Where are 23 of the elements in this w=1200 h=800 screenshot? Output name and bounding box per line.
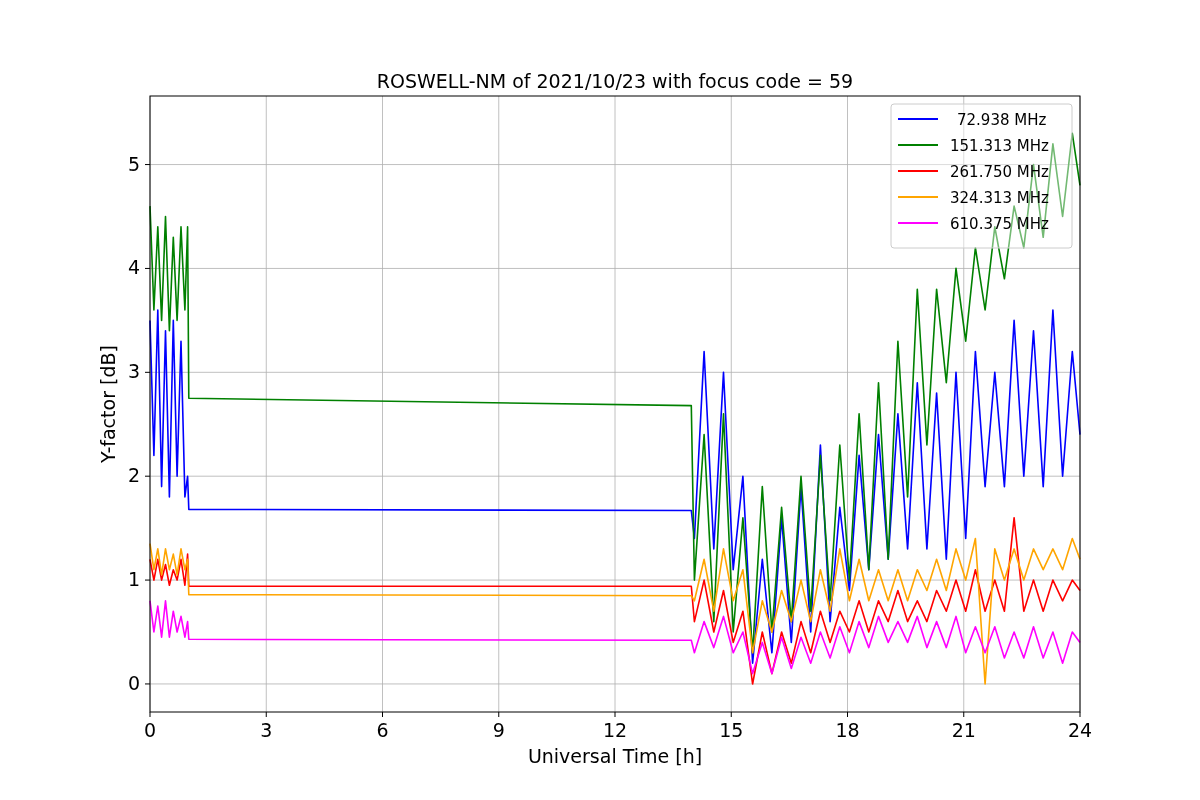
tick-label: 15: [719, 719, 744, 741]
legend-label: 72.938 MHz: [957, 111, 1047, 129]
tick-label: 3: [127, 360, 140, 383]
tick-label: 1: [127, 568, 140, 591]
tick-label: 21: [951, 719, 976, 741]
tick-label: 18: [835, 719, 860, 741]
legend-label: 324.313 MHz: [950, 189, 1049, 207]
tick-label: 5: [127, 152, 140, 175]
tick-label: 24: [1067, 719, 1093, 741]
chart-title: ROSWELL-NM of 2021/10/23 with focus code = 59: [376, 70, 854, 92]
tick-label: 0: [127, 671, 140, 694]
tick-label: 12: [602, 719, 628, 741]
legend-label: 151.313 MHz: [950, 137, 1049, 155]
tick-label: 6: [376, 719, 389, 741]
tick-label: 9: [492, 719, 505, 741]
axis-label: Universal Time [h]: [527, 745, 703, 767]
tick-label: 3: [260, 719, 273, 741]
tick-label: 2: [127, 464, 140, 487]
tick-label: 0: [143, 719, 157, 741]
legend-label: 261.750 MHz: [950, 163, 1049, 181]
tick-label: 4: [127, 256, 140, 279]
legend-label: 610.375 MHz: [950, 215, 1049, 233]
axis-label: Y-factor [dB]: [97, 345, 119, 463]
